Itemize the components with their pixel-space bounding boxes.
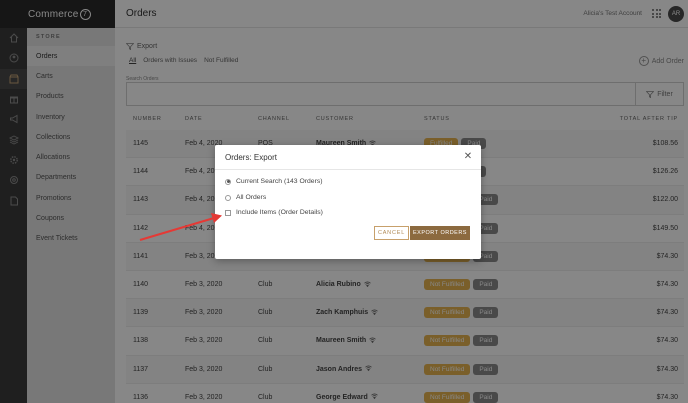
dialog-title: Orders: Export [225, 152, 278, 162]
radio-all-orders[interactable] [225, 194, 231, 201]
cancel-button[interactable]: CANCEL [374, 226, 409, 240]
option-current-search[interactable]: Current Search (143 Orders) [225, 178, 323, 185]
option-all-orders[interactable]: All Orders [225, 194, 266, 201]
option-all-orders-label: All Orders [236, 194, 267, 201]
option-include-items-label: Include Items (Order Details) [236, 209, 323, 216]
radio-current-search[interactable] [225, 178, 231, 185]
export-dialog: Orders: Export ✕ Current Search (143 Ord… [215, 145, 481, 259]
option-current-search-label: Current Search (143 Orders) [236, 178, 323, 185]
export-orders-button[interactable]: EXPORT ORDERS [410, 226, 470, 240]
checkbox-include-items[interactable] [225, 209, 231, 216]
option-include-items[interactable]: Include Items (Order Details) [225, 209, 323, 216]
dialog-header: Orders: Export ✕ [215, 145, 481, 170]
close-icon[interactable]: ✕ [463, 152, 473, 162]
